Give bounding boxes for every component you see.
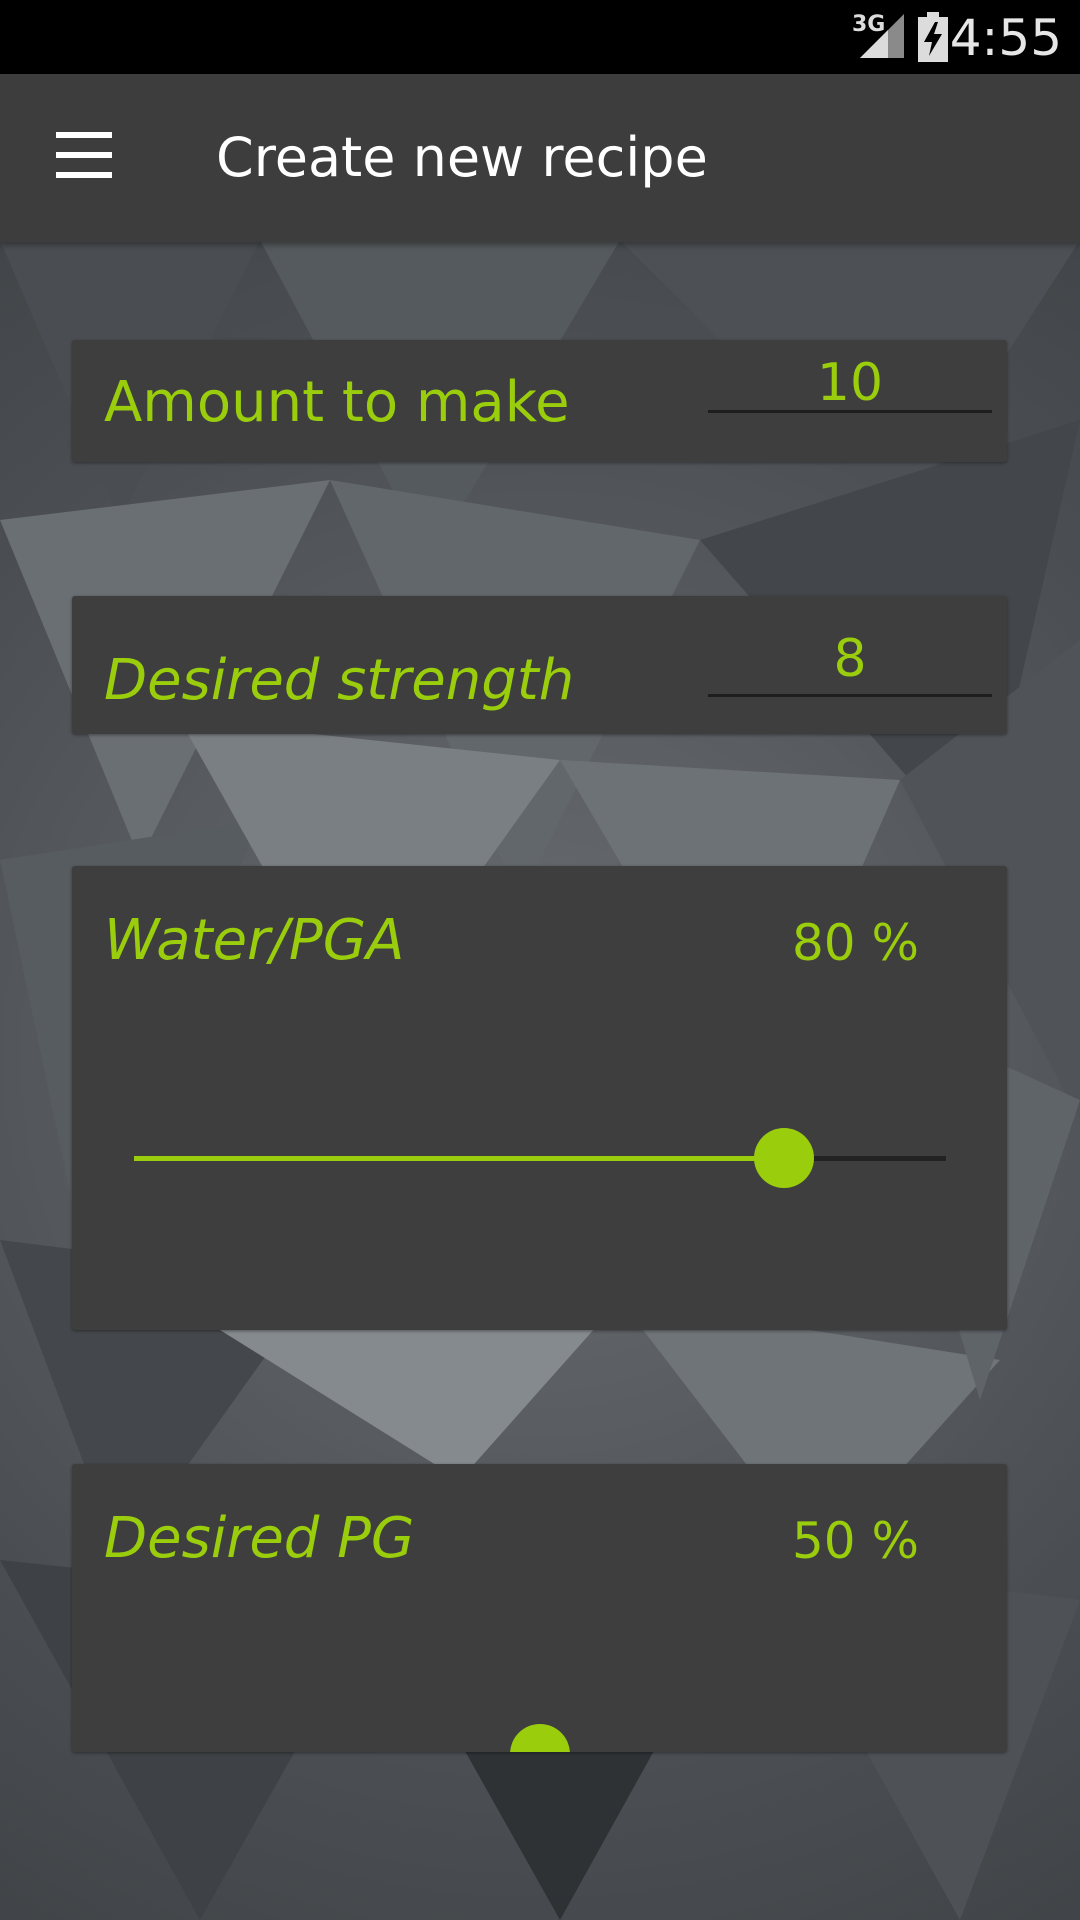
water-pga-value: 80 % (792, 914, 920, 972)
strength-card: Desired strength 8 (72, 596, 1007, 734)
app-bar: Create new recipe (0, 74, 1080, 242)
desired-pg-slider-thumb[interactable] (510, 1724, 570, 1752)
desired-pg-value: 50 % (792, 1512, 920, 1570)
water-pga-slider[interactable] (134, 1128, 946, 1188)
strength-input[interactable]: 8 (708, 624, 992, 697)
amount-input[interactable]: 10 (708, 340, 992, 413)
strength-value: 8 (833, 629, 867, 689)
amount-card: Amount to make 10 (72, 340, 1007, 462)
amount-value: 10 (816, 353, 884, 413)
status-bar: 3G 4:55 (0, 0, 1080, 74)
desired-pg-label: Desired PG (104, 1506, 415, 1571)
water-pga-label: Water/PGA (104, 908, 405, 973)
water-pga-slider-fill (134, 1156, 784, 1161)
page-title: Create new recipe (216, 126, 708, 189)
cellular-signal-icon (860, 14, 904, 58)
strength-label: Desired strength (104, 648, 575, 713)
clock: 4:55 (949, 9, 1062, 67)
battery-charging-icon (918, 12, 948, 62)
water-pga-slider-thumb[interactable] (753, 1128, 814, 1188)
desired-pg-card: Desired PG 50 % (72, 1464, 1007, 1752)
water-pga-card: Water/PGA 80 % (72, 866, 1007, 1330)
hamburger-menu-icon[interactable] (42, 114, 126, 198)
amount-label: Amount to make (104, 370, 570, 435)
